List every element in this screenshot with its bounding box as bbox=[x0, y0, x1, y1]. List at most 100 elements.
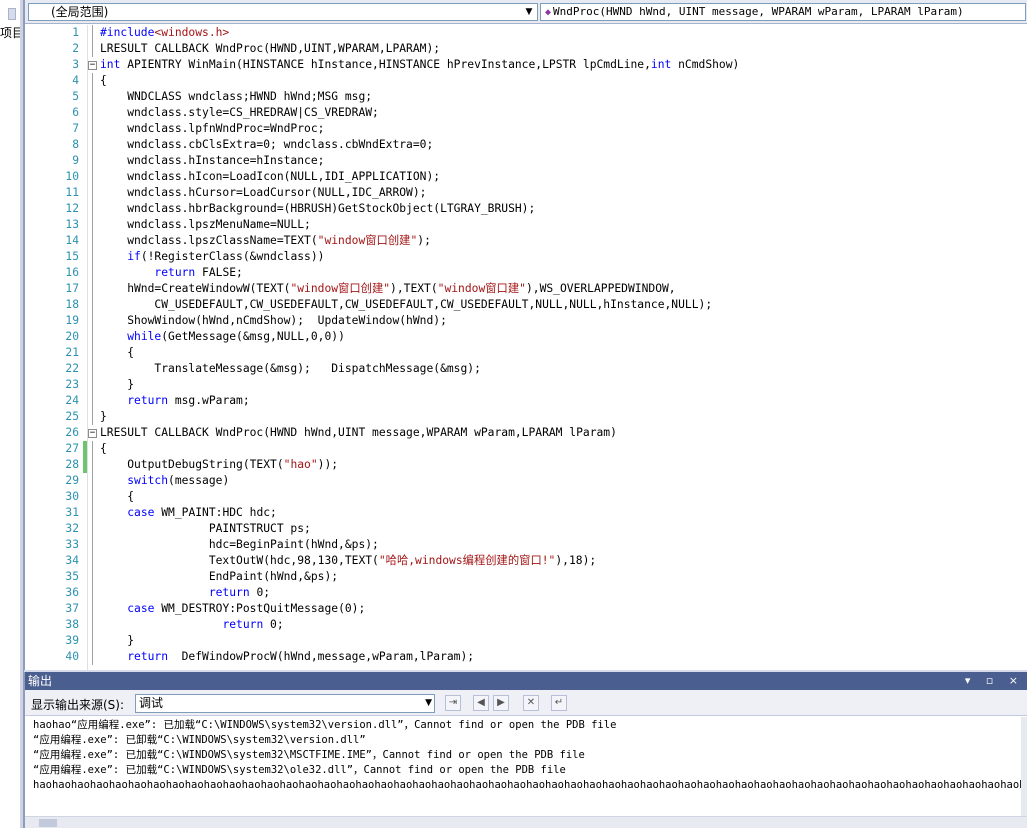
code-line[interactable]: 34 TextOutW(hdc,98,130,TEXT("哈哈,windows编… bbox=[25, 553, 1027, 569]
code-line[interactable]: 25} bbox=[25, 409, 1027, 425]
code-line[interactable]: 32 PAINTSTRUCT ps; bbox=[25, 521, 1027, 537]
code-line[interactable]: 27 { bbox=[25, 441, 1027, 457]
code-text[interactable]: EndPaint(hWnd,&ps); bbox=[100, 569, 338, 585]
code-text[interactable]: TranslateMessage(&msg); DispatchMessage(… bbox=[100, 361, 480, 377]
code-line[interactable]: 22 TranslateMessage(&msg); DispatchMessa… bbox=[25, 361, 1027, 377]
collapse-icon[interactable]: − bbox=[88, 61, 97, 70]
code-line[interactable]: 2 LRESULT CALLBACK WndProc(HWND,UINT,WPAR… bbox=[25, 41, 1027, 57]
code-line[interactable]: 39 } bbox=[25, 633, 1027, 649]
code-text[interactable]: case WM_DESTROY:PostQuitMessage(0); bbox=[100, 601, 365, 617]
code-text[interactable]: wndclass.lpszClassName=TEXT("window窗口创建"… bbox=[100, 233, 431, 249]
output-vertical-scrollbar[interactable] bbox=[1021, 717, 1027, 816]
go-to-location-icon[interactable]: ⇥ bbox=[445, 695, 461, 711]
chevron-down-icon[interactable]: ▼ bbox=[523, 4, 535, 20]
code-text[interactable]: wndclass.style=CS_HREDRAW|CS_VREDRAW; bbox=[100, 105, 379, 121]
code-text[interactable]: } bbox=[100, 409, 107, 425]
code-text[interactable]: TextOutW(hdc,98,130,TEXT("哈哈,windows编程创建… bbox=[100, 553, 596, 569]
solution-explorer-scrollbar[interactable] bbox=[20, 0, 23, 828]
code-text[interactable]: hWnd=CreateWindowW(TEXT("window窗口创建"),TE… bbox=[100, 281, 675, 297]
code-line[interactable]: 37 case WM_DESTROY:PostQuitMessage(0); bbox=[25, 601, 1027, 617]
code-line[interactable]: 8 wndclass.cbClsExtra=0; wndclass.cbWndE… bbox=[25, 137, 1027, 153]
code-text[interactable]: return FALSE; bbox=[100, 265, 242, 281]
code-text[interactable]: { bbox=[100, 73, 107, 89]
code-area[interactable]: 1 #include<windows.h> 2 LRESULT CALLBACK Wn… bbox=[25, 25, 1027, 670]
code-text[interactable]: case WM_PAINT:HDC hdc; bbox=[100, 505, 277, 521]
code-line[interactable]: 33 hdc=BeginPaint(hWnd,&ps); bbox=[25, 537, 1027, 553]
panel-window-controls[interactable]: ▾ ▫ × bbox=[965, 672, 1024, 690]
output-panel[interactable]: 输出 ▾ ▫ × 显示输出来源(S): 调试 ▼ ⇥ ◀ ▶ ✕ ↵ haoha… bbox=[24, 672, 1027, 828]
code-text[interactable]: while(GetMessage(&msg,NULL,0,0)) bbox=[100, 329, 345, 345]
code-line[interactable]: 29 switch(message) bbox=[25, 473, 1027, 489]
code-text[interactable]: switch(message) bbox=[100, 473, 229, 489]
code-text[interactable]: PAINTSTRUCT ps; bbox=[100, 521, 311, 537]
code-line[interactable]: 14 wndclass.lpszClassName=TEXT("window窗口… bbox=[25, 233, 1027, 249]
code-line[interactable]: 35 EndPaint(hWnd,&ps); bbox=[25, 569, 1027, 585]
code-text[interactable]: wndclass.hbrBackground=(HBRUSH)GetStockO… bbox=[100, 201, 535, 217]
chevron-down-icon[interactable]: ▼ bbox=[425, 695, 432, 712]
code-line[interactable]: 17 hWnd=CreateWindowW(TEXT("window窗口创建")… bbox=[25, 281, 1027, 297]
code-text[interactable]: LRESULT CALLBACK WndProc(HWND hWnd,UINT … bbox=[100, 425, 617, 441]
code-line[interactable]: 3− int APIENTRY WinMain(HINSTANCE hInstan… bbox=[25, 57, 1027, 73]
member-dropdown[interactable]: ◆ WndProc(HWND hWnd, UINT message, WPARAM… bbox=[540, 3, 1026, 21]
code-text[interactable]: wndclass.lpfnWndProc=WndProc; bbox=[100, 121, 324, 137]
code-text[interactable]: wndclass.lpszMenuName=NULL; bbox=[100, 217, 311, 233]
scope-dropdown[interactable]: (全局范围) ▼ bbox=[28, 3, 538, 21]
code-line[interactable]: 12 wndclass.hbrBackground=(HBRUSH)GetSto… bbox=[25, 201, 1027, 217]
code-line[interactable]: 16 return FALSE; bbox=[25, 265, 1027, 281]
code-line[interactable]: 20 while(GetMessage(&msg,NULL,0,0)) bbox=[25, 329, 1027, 345]
code-line[interactable]: 13 wndclass.lpszMenuName=NULL; bbox=[25, 217, 1027, 233]
code-line[interactable]: 4{ bbox=[25, 73, 1027, 89]
code-line[interactable]: 26− LRESULT CALLBACK WndProc(HWND hWnd,UI… bbox=[25, 425, 1027, 441]
code-line[interactable]: 40 return DefWindowProcW(hWnd,message,wP… bbox=[25, 649, 1027, 665]
code-line[interactable]: 18 CW_USEDEFAULT,CW_USEDEFAULT,CW_USEDEF… bbox=[25, 297, 1027, 313]
pin-icon[interactable] bbox=[8, 8, 16, 20]
code-line[interactable]: 21 { bbox=[25, 345, 1027, 361]
code-line[interactable]: 28 OutputDebugString(TEXT("hao")); bbox=[25, 457, 1027, 473]
output-text[interactable]: haohao“应用编程.exe”: 已加载“C:\WINDOWS\system3… bbox=[25, 717, 1022, 816]
code-text[interactable]: int APIENTRY WinMain(HINSTANCE hInstance… bbox=[100, 57, 739, 73]
code-text[interactable]: LRESULT CALLBACK WndProc(HWND,UINT,WPARA… bbox=[100, 41, 440, 57]
code-line[interactable]: 6 wndclass.style=CS_HREDRAW|CS_VREDRAW; bbox=[25, 105, 1027, 121]
output-panel-title-bar[interactable]: 输出 ▾ ▫ × bbox=[25, 672, 1027, 690]
code-line[interactable]: 19 ShowWindow(hWnd,nCmdShow); UpdateWind… bbox=[25, 313, 1027, 329]
code-text[interactable]: return 0; bbox=[100, 617, 283, 633]
word-wrap-icon[interactable]: ↵ bbox=[551, 695, 567, 711]
next-message-icon[interactable]: ▶ bbox=[493, 695, 509, 711]
code-text[interactable]: wndclass.hInstance=hInstance; bbox=[100, 153, 324, 169]
code-editor[interactable]: (全局范围) ▼ ◆ WndProc(HWND hWnd, UINT messag… bbox=[24, 0, 1027, 670]
code-text[interactable]: return msg.wParam; bbox=[100, 393, 249, 409]
code-text[interactable]: } bbox=[100, 377, 134, 393]
code-line[interactable]: 9 wndclass.hInstance=hInstance; bbox=[25, 153, 1027, 169]
code-text[interactable]: wndclass.cbClsExtra=0; wndclass.cbWndExt… bbox=[100, 137, 433, 153]
code-text[interactable]: WNDCLASS wndclass;HWND hWnd;MSG msg; bbox=[100, 89, 372, 105]
code-text[interactable]: wndclass.hCursor=LoadCursor(NULL,IDC_ARR… bbox=[100, 185, 426, 201]
clear-all-icon[interactable]: ✕ bbox=[523, 695, 539, 711]
code-line[interactable]: 1 #include<windows.h> bbox=[25, 25, 1027, 41]
code-text[interactable]: hdc=BeginPaint(hWnd,&ps); bbox=[100, 537, 379, 553]
code-line[interactable]: 23 } bbox=[25, 377, 1027, 393]
code-text[interactable]: if(!RegisterClass(&wndclass)) bbox=[100, 249, 324, 265]
code-line[interactable]: 36 return 0; bbox=[25, 585, 1027, 601]
code-line[interactable]: 38 return 0; bbox=[25, 617, 1027, 633]
scrollbar-thumb[interactable] bbox=[39, 819, 57, 827]
output-horizontal-scrollbar[interactable] bbox=[25, 816, 1027, 828]
code-text[interactable]: return 0; bbox=[100, 585, 270, 601]
code-text[interactable]: ShowWindow(hWnd,nCmdShow); UpdateWindow(… bbox=[100, 313, 447, 329]
code-text[interactable]: { bbox=[100, 345, 134, 361]
collapse-icon[interactable]: − bbox=[88, 429, 97, 438]
code-line[interactable]: 24 return msg.wParam; bbox=[25, 393, 1027, 409]
code-line[interactable]: 15 if(!RegisterClass(&wndclass)) bbox=[25, 249, 1027, 265]
code-text[interactable]: return DefWindowProcW(hWnd,message,wPara… bbox=[100, 649, 474, 665]
code-line[interactable]: 5 WNDCLASS wndclass;HWND hWnd;MSG msg; bbox=[25, 89, 1027, 105]
code-text[interactable]: { bbox=[100, 441, 107, 457]
code-text[interactable]: wndclass.hIcon=LoadIcon(NULL,IDI_APPLICA… bbox=[100, 169, 440, 185]
code-text[interactable]: } bbox=[100, 633, 134, 649]
code-line[interactable]: 30 { bbox=[25, 489, 1027, 505]
code-line[interactable]: 7 wndclass.lpfnWndProc=WndProc; bbox=[25, 121, 1027, 137]
code-text[interactable]: CW_USEDEFAULT,CW_USEDEFAULT,CW_USEDEFAUL… bbox=[100, 297, 712, 313]
output-source-dropdown[interactable]: 调试 ▼ bbox=[135, 694, 435, 713]
code-line[interactable]: 31 case WM_PAINT:HDC hdc; bbox=[25, 505, 1027, 521]
previous-message-icon[interactable]: ◀ bbox=[473, 695, 489, 711]
code-text[interactable]: #include<windows.h> bbox=[100, 25, 229, 41]
code-text[interactable]: { bbox=[100, 489, 134, 505]
